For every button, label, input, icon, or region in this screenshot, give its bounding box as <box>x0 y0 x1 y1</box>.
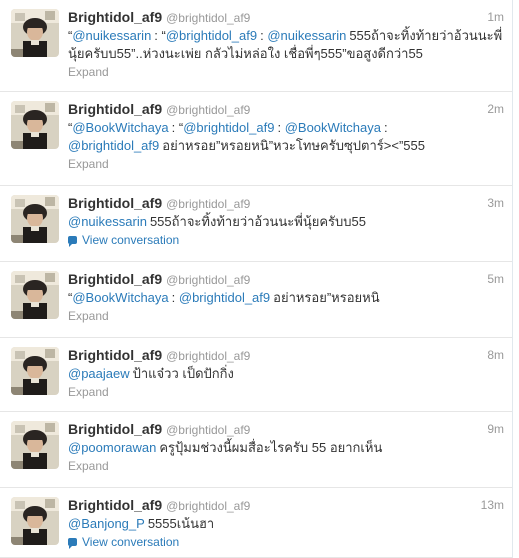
tweet-text-segment: : “ <box>154 28 166 43</box>
avatar[interactable] <box>11 101 59 149</box>
mention-link[interactable]: @brightidol_af9 <box>183 120 274 135</box>
action-label: Expand <box>68 157 109 171</box>
view-conversation-link[interactable]: View conversation <box>68 233 179 247</box>
mention-link[interactable]: @nuikessarin <box>68 214 147 229</box>
tweet-text-segment: : <box>277 120 285 135</box>
tweet-timestamp[interactable]: 1m <box>487 10 504 24</box>
speech-bubble-icon <box>68 236 77 247</box>
mention-link[interactable]: @Banjong_P <box>68 516 145 531</box>
user-fullname[interactable]: Brightidol_af9 <box>68 195 162 211</box>
tweet-text: “@BookWitchaya: “@brightidol_af9: @BookW… <box>68 119 504 155</box>
tweet-header: Brightidol_af9 @brightidol_af9 13m <box>68 497 504 515</box>
tweet-timestamp[interactable]: 13m <box>481 498 504 512</box>
speech-bubble-icon <box>68 538 77 549</box>
user-handle[interactable]: @brightidol_af9 <box>166 11 250 25</box>
action-label: Expand <box>68 459 109 473</box>
expand-link[interactable]: Expand <box>68 157 109 171</box>
tweet-header: Brightidol_af9 @brightidol_af9 8m <box>68 347 504 365</box>
mention-link[interactable]: @nuikessarin <box>267 28 346 43</box>
action-label: View conversation <box>82 535 180 549</box>
tweet-text-segment: ครูปุ้มมช่วงนี้ผมสื่อะไรครับ 55 อยากเห็น <box>159 440 383 455</box>
tweet-text-segment: อย่าหรอย”หรอยหนิ <box>273 290 380 305</box>
view-conversation-link[interactable]: View conversation <box>68 535 179 549</box>
user-fullname[interactable]: Brightidol_af9 <box>68 347 162 363</box>
user-fullname[interactable]: Brightidol_af9 <box>68 497 162 513</box>
expand-link[interactable]: Expand <box>68 459 109 473</box>
user-fullname[interactable]: Brightidol_af9 <box>68 271 162 287</box>
avatar[interactable] <box>11 497 59 545</box>
action-label: Expand <box>68 385 109 399</box>
tweet-text-segment: ป้าแจ๋วว เป็ดปักกิ่ง <box>132 366 234 381</box>
tweet-item[interactable]: Brightidol_af9 @brightidol_af9 9m @poomoraw… <box>0 412 512 488</box>
tweet-text-segment: : “ <box>171 120 184 135</box>
expand-link[interactable]: Expand <box>68 309 109 323</box>
tweet-header: Brightidol_af9 @brightidol_af9 3m <box>68 195 504 213</box>
user-handle[interactable]: @brightidol_af9 <box>166 349 250 363</box>
user-handle[interactable]: @brightidol_af9 <box>166 499 250 513</box>
avatar[interactable] <box>11 347 59 395</box>
tweet-text-segment: : <box>384 120 388 135</box>
user-fullname[interactable]: Brightidol_af9 <box>68 421 162 437</box>
mention-link[interactable]: @brightidol_af9 <box>166 28 257 43</box>
mention-link[interactable]: @poomorawan <box>68 440 156 455</box>
tweet-text: @paajaew ป้าแจ๋วว เป็ดปักกิ่ง <box>68 365 504 383</box>
tweet-text-segment: อย่าหรอย”หรอยหนิ”หวะโทษครับซุปตาร์><”555 <box>162 138 425 153</box>
tweet-text: @nuikessarin 555ถ้าจะทิ้งท้ายว่าอ้วนนะพี่… <box>68 213 504 231</box>
tweet-text: @poomorawan ครูปุ้มมช่วงนี้ผมสื่อะไรครับ … <box>68 439 504 457</box>
tweet-text: “@nuikessarin: “@brightidol_af9: @nuikes… <box>68 27 504 63</box>
mention-link[interactable]: @paajaew <box>68 366 130 381</box>
tweet-item[interactable]: Brightidol_af9 @brightidol_af9 1m “@nuikess… <box>0 0 512 92</box>
action-label: View conversation <box>82 233 180 247</box>
user-fullname[interactable]: Brightidol_af9 <box>68 101 162 117</box>
tweet-timestamp[interactable]: 8m <box>487 348 504 362</box>
tweet-item[interactable]: Brightidol_af9 @brightidol_af9 8m @paajaew ป… <box>0 338 512 412</box>
tweet-header: Brightidol_af9 @brightidol_af9 1m <box>68 9 504 27</box>
tweet-timestamp[interactable]: 5m <box>487 272 504 286</box>
mention-link[interactable]: @BookWitchaya <box>72 290 168 305</box>
tweet-text-segment: 555ถ้าจะทิ้งท้ายว่าอ้วนนะพี่นุ้ยครับบ55 <box>149 214 366 229</box>
user-fullname[interactable]: Brightidol_af9 <box>68 9 162 25</box>
user-handle[interactable]: @brightidol_af9 <box>166 423 250 437</box>
mention-link[interactable]: @BookWitchaya <box>285 120 381 135</box>
mention-link[interactable]: @BookWitchaya <box>72 120 168 135</box>
tweet-item[interactable]: Brightidol_af9 @brightidol_af9 5m “@BookWit… <box>0 262 512 338</box>
tweet-text-segment: 5555เน้นฮา <box>147 516 215 531</box>
tweet-item[interactable]: Brightidol_af9 @brightidol_af9 2m “@BookWit… <box>0 92 512 186</box>
mention-link[interactable]: @nuikessarin <box>72 28 151 43</box>
user-handle[interactable]: @brightidol_af9 <box>166 103 250 117</box>
avatar[interactable] <box>11 421 59 469</box>
avatar[interactable] <box>11 195 59 243</box>
user-handle[interactable]: @brightidol_af9 <box>166 273 250 287</box>
tweet-timestamp[interactable]: 9m <box>487 422 504 436</box>
tweet-header: Brightidol_af9 @brightidol_af9 5m <box>68 271 504 289</box>
expand-link[interactable]: Expand <box>68 385 109 399</box>
tweet-text-segment: : <box>171 290 179 305</box>
avatar[interactable] <box>11 271 59 319</box>
mention-link[interactable]: @brightidol_af9 <box>68 138 159 153</box>
tweet-text: “@BookWitchaya: @brightidol_af9 อย่าหรอย”… <box>68 289 504 307</box>
user-handle[interactable]: @brightidol_af9 <box>166 197 250 211</box>
mention-link[interactable]: @brightidol_af9 <box>179 290 270 305</box>
tweet-item[interactable]: Brightidol_af9 @brightidol_af9 13m @Banjong… <box>0 488 512 558</box>
avatar[interactable] <box>11 9 59 57</box>
tweet-text: @Banjong_P 5555เน้นฮา <box>68 515 504 533</box>
action-label: Expand <box>68 65 109 79</box>
tweet-timestamp[interactable]: 3m <box>487 196 504 210</box>
action-label: Expand <box>68 309 109 323</box>
tweet-header: Brightidol_af9 @brightidol_af9 2m <box>68 101 504 119</box>
tweet-timestamp[interactable]: 2m <box>487 102 504 116</box>
expand-link[interactable]: Expand <box>68 65 109 79</box>
tweet-header: Brightidol_af9 @brightidol_af9 9m <box>68 421 504 439</box>
tweet-item[interactable]: Brightidol_af9 @brightidol_af9 3m @nuikessa… <box>0 186 512 262</box>
tweet-timeline: Brightidol_af9 @brightidol_af9 1m “@nuikess… <box>0 0 513 558</box>
